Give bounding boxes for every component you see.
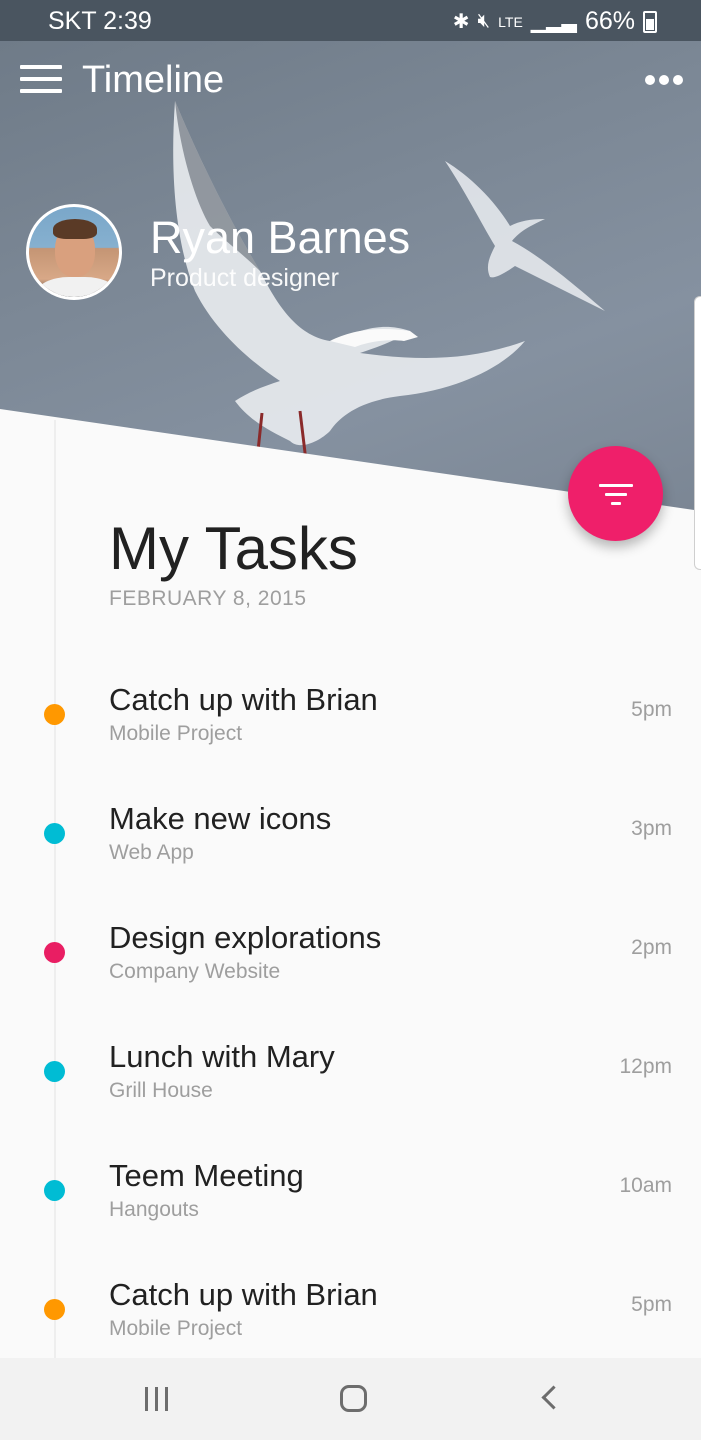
task-item[interactable]: Make new icons Web App 3pm [0, 801, 701, 881]
hamburger-menu-icon[interactable] [20, 65, 62, 97]
status-bar: SKT 2:39 ✱ 🔇︎ LTE ▁▂▃ 66% [0, 0, 701, 41]
task-status-dot [44, 1299, 65, 1320]
signal-icon: ▁▂▃ [530, 11, 577, 33]
task-time: 5pm [631, 698, 672, 721]
task-time: 10am [619, 1174, 672, 1197]
status-carrier-time: SKT 2:39 [48, 7, 152, 35]
system-nav-bar [0, 1358, 701, 1440]
task-title: Design explorations [109, 920, 382, 955]
task-time: 5pm [631, 1293, 672, 1316]
scroll-indicator[interactable] [694, 296, 701, 570]
task-item[interactable]: Catch up with Brian Mobile Project 5pm [0, 1277, 701, 1357]
mute-icon: 🔇︎ [477, 10, 491, 32]
task-title: Lunch with Mary [109, 1039, 335, 1074]
task-status-dot [44, 704, 65, 725]
toolbar-title: Timeline [82, 59, 225, 101]
task-item[interactable]: Catch up with Brian Mobile Project 5pm [0, 682, 701, 762]
task-title: Catch up with Brian [109, 1277, 378, 1312]
task-status-dot [44, 823, 65, 844]
task-time: 2pm [631, 936, 672, 959]
profile-name: Ryan Barnes [150, 211, 411, 263]
app-toolbar: Timeline [0, 41, 701, 121]
task-item[interactable]: Design explorations Company Website 2pm [0, 920, 701, 1000]
network-type: LTE [498, 13, 523, 30]
task-subtitle: Mobile Project [109, 722, 243, 745]
home-button[interactable] [292, 1358, 412, 1440]
profile-role: Product designer [150, 263, 340, 292]
task-item[interactable]: Teem Meeting Hangouts 10am [0, 1158, 701, 1238]
battery-percent: 66% [584, 7, 635, 35]
task-status-dot [44, 942, 65, 963]
battery-icon [643, 10, 657, 33]
task-title: Catch up with Brian [109, 682, 378, 717]
filter-fab-button[interactable] [568, 446, 663, 541]
bluetooth-icon: ✱ [452, 11, 470, 33]
task-subtitle: Mobile Project [109, 1317, 243, 1340]
task-subtitle: Web App [109, 841, 194, 864]
back-chevron-icon [541, 1385, 566, 1410]
task-subtitle: Grill House [109, 1079, 213, 1102]
task-status-dot [44, 1061, 65, 1082]
profile-header: Ryan Barnes Product designer [26, 204, 410, 300]
task-time: 12pm [619, 1055, 672, 1078]
avatar[interactable] [26, 204, 122, 300]
task-title: Teem Meeting [109, 1158, 304, 1193]
task-status-dot [44, 1180, 65, 1201]
more-horizontal-icon[interactable] [645, 75, 683, 85]
tasks-date: FEBRUARY 8, 2015 [109, 587, 307, 610]
filter-icon [598, 484, 633, 487]
home-icon [340, 1385, 367, 1412]
status-icons: ✱ 🔇︎ LTE ▁▂▃ 66% [453, 7, 657, 36]
task-time: 3pm [631, 817, 672, 840]
recent-apps-button[interactable] [97, 1358, 217, 1440]
app-screen: SKT 2:39 ✱ 🔇︎ LTE ▁▂▃ 66% Timeline Ryan … [0, 0, 701, 1440]
task-subtitle: Company Website [109, 960, 281, 983]
task-item[interactable]: Lunch with Mary Grill House 12pm [0, 1039, 701, 1119]
page-title: My Tasks [109, 515, 358, 582]
task-title: Make new icons [109, 801, 332, 836]
task-subtitle: Hangouts [109, 1198, 199, 1221]
back-button[interactable] [487, 1358, 607, 1440]
